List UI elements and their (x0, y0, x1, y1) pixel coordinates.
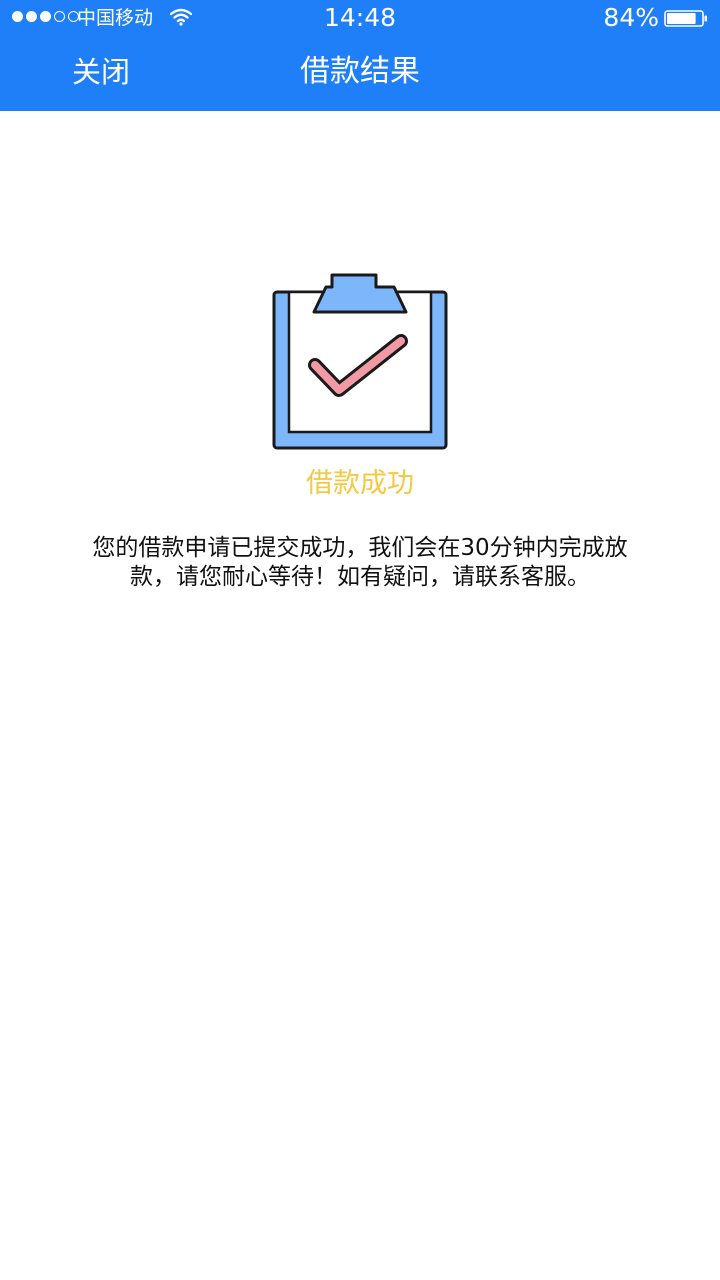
result-message: 您的借款申请已提交成功，我们会在30分钟内完成放款，请您耐心等待！如有疑问，请联… (92, 535, 628, 590)
nav-bar: 关闭 借款结果 (0, 36, 720, 111)
clipboard-check-icon (272, 273, 448, 450)
battery-icon (664, 10, 707, 27)
result-title: 借款成功 (306, 468, 414, 499)
battery-percentage: 84% (603, 3, 659, 32)
page-title: 借款结果 (300, 54, 420, 89)
screen: 中国移动 14:48 84% 关闭 借款结果 借款成功 您的借款申请已提交成功，… (0, 0, 720, 1280)
status-bar: 中国移动 14:48 84% (0, 0, 720, 36)
header: 中国移动 14:48 84% 关闭 借款结果 (0, 0, 720, 111)
